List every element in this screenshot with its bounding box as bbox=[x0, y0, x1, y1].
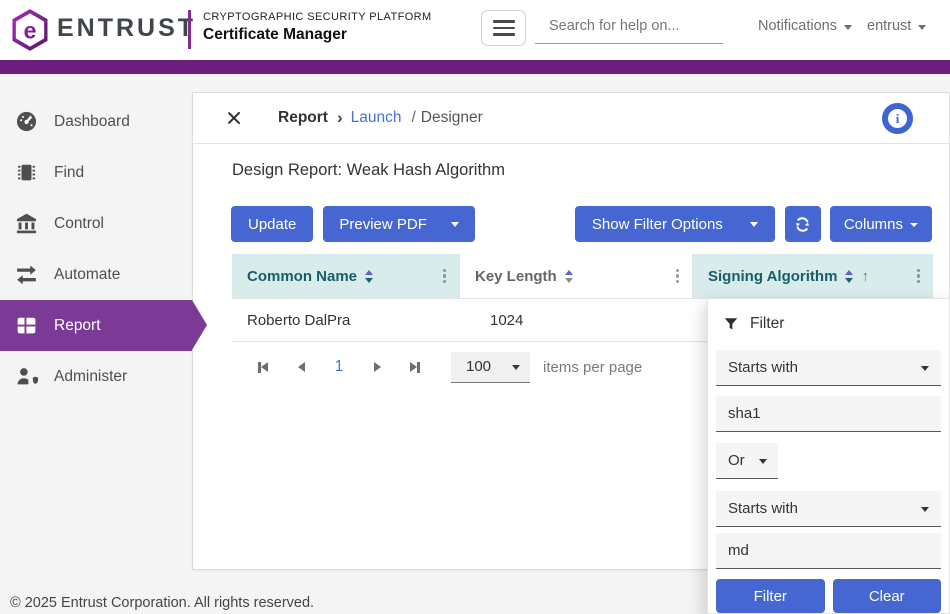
sidebar-nav: Dashboard Find Control Automate Report bbox=[0, 96, 192, 402]
brand-accent-bar bbox=[0, 60, 950, 74]
sidebar-item-dashboard[interactable]: Dashboard bbox=[0, 96, 192, 147]
copyright-notice: © 2025 Entrust Corporation. All rights r… bbox=[10, 595, 314, 611]
notifications-label: Notifications bbox=[758, 18, 837, 34]
items-per-page-label: items per page bbox=[543, 359, 642, 376]
column-header-key-length[interactable]: Key Length bbox=[460, 254, 693, 298]
filter-value-2-input[interactable] bbox=[728, 542, 929, 559]
sort-icon bbox=[565, 270, 573, 283]
help-search bbox=[535, 14, 723, 44]
gauge-icon bbox=[13, 109, 39, 135]
report-toolbar: Update Preview PDF Show Filter Options C… bbox=[231, 206, 932, 242]
user-shield-icon bbox=[13, 364, 39, 390]
grid-header-row: Common Name Key Length Signing Algorithm… bbox=[232, 254, 933, 298]
filter-clear-button[interactable]: Clear bbox=[833, 579, 942, 613]
cell-common-name: Roberto DalPra bbox=[232, 299, 460, 341]
filter-menu-title: Filter bbox=[723, 315, 941, 333]
breadcrumb-separator: › bbox=[337, 108, 343, 128]
column-menu-icon[interactable] bbox=[443, 269, 446, 284]
chevron-down-icon bbox=[451, 222, 459, 227]
filter-apply-button[interactable]: Filter bbox=[716, 579, 825, 613]
user-menu[interactable]: entrust bbox=[867, 18, 926, 34]
columns-button[interactable]: Columns bbox=[830, 206, 932, 242]
platform-name: CRYPTOGRAPHIC SECURITY PLATFORM bbox=[203, 11, 432, 23]
filter-logic-select[interactable]: Or bbox=[716, 443, 778, 479]
breadcrumb-link-launch[interactable]: Launch bbox=[351, 109, 402, 127]
product-title-block: CRYPTOGRAPHIC SECURITY PLATFORM Certific… bbox=[203, 11, 432, 44]
chevron-down-icon bbox=[750, 222, 758, 227]
filter-value-2-field bbox=[716, 533, 941, 569]
filter-value-1-field bbox=[716, 396, 941, 432]
sidebar-item-find[interactable]: Find bbox=[0, 147, 192, 198]
preview-pdf-button[interactable]: Preview PDF bbox=[323, 206, 475, 242]
chevron-down-icon bbox=[921, 366, 929, 371]
brand-wordmark: ENTRUST bbox=[57, 14, 196, 43]
sidebar-item-label: Control bbox=[54, 215, 104, 233]
chip-icon bbox=[13, 160, 39, 186]
top-header: e ENTRUST CRYPTOGRAPHIC SECURITY PLATFOR… bbox=[0, 0, 950, 60]
sort-icon bbox=[365, 270, 373, 283]
filter-operator-2-select[interactable]: Starts with bbox=[716, 491, 941, 527]
user-menu-label: entrust bbox=[867, 18, 911, 34]
filter-operator-1-select[interactable]: Starts with bbox=[716, 350, 941, 386]
brand-divider bbox=[188, 10, 191, 49]
chevron-down-icon bbox=[844, 25, 852, 30]
refresh-icon bbox=[793, 215, 812, 234]
breadcrumb-root: Report bbox=[278, 109, 328, 127]
product-name: Certificate Manager bbox=[203, 26, 432, 44]
column-header-common-name[interactable]: Common Name bbox=[232, 254, 460, 298]
info-icon[interactable]: i bbox=[882, 103, 913, 134]
sort-icon bbox=[845, 270, 853, 283]
cell-key-length: 1024 bbox=[460, 299, 693, 341]
funnel-icon bbox=[723, 316, 739, 332]
next-page-button[interactable] bbox=[358, 362, 396, 372]
sidebar-item-label: Dashboard bbox=[54, 113, 130, 131]
menu-toggle-button[interactable] bbox=[481, 10, 526, 46]
page-title: Design Report: Weak Hash Algorithm bbox=[232, 161, 949, 180]
previous-page-button[interactable] bbox=[282, 362, 320, 372]
close-icon[interactable] bbox=[225, 109, 243, 127]
filter-value-1-input[interactable] bbox=[728, 405, 929, 422]
page-size-select[interactable]: 100 bbox=[451, 352, 530, 383]
notifications-menu[interactable]: Notifications bbox=[758, 18, 852, 34]
bank-icon bbox=[13, 211, 39, 237]
app-window: e ENTRUST CRYPTOGRAPHIC SECURITY PLATFOR… bbox=[0, 0, 950, 614]
sidebar-item-administer[interactable]: Administer bbox=[0, 351, 192, 402]
svg-text:e: e bbox=[24, 17, 37, 43]
column-filter-menu: Filter Starts with Or Starts with Filter… bbox=[707, 298, 950, 614]
sort-ascending-icon: ↑ bbox=[861, 268, 869, 285]
refresh-button[interactable] bbox=[785, 206, 821, 242]
sidebar-item-automate[interactable]: Automate bbox=[0, 249, 192, 300]
sync-arrows-icon bbox=[13, 262, 39, 288]
breadcrumb-slash: / bbox=[411, 109, 415, 127]
sidebar-item-label: Administer bbox=[54, 368, 127, 386]
chevron-down-icon bbox=[759, 459, 767, 464]
column-menu-icon[interactable] bbox=[676, 269, 679, 284]
breadcrumb-current: Designer bbox=[421, 109, 483, 127]
hamburger-icon bbox=[493, 20, 515, 23]
update-button[interactable]: Update bbox=[231, 206, 313, 242]
report-table-icon bbox=[13, 313, 39, 339]
chevron-down-icon bbox=[910, 223, 918, 227]
column-menu-icon[interactable] bbox=[917, 269, 920, 284]
show-filter-options-button[interactable]: Show Filter Options bbox=[575, 206, 775, 242]
chevron-down-icon bbox=[512, 365, 520, 370]
breadcrumb: Report › Launch / Designer i bbox=[193, 93, 949, 144]
sidebar-item-report[interactable]: Report bbox=[0, 300, 192, 351]
help-search-input[interactable] bbox=[535, 14, 723, 44]
chevron-down-icon bbox=[918, 25, 926, 30]
sidebar-item-label: Report bbox=[54, 317, 101, 335]
sidebar-item-label: Automate bbox=[54, 266, 120, 284]
column-header-signing-algorithm[interactable]: Signing Algorithm ↑ bbox=[693, 254, 933, 298]
entrust-logo-icon: e bbox=[10, 7, 50, 53]
sidebar-item-label: Find bbox=[54, 164, 84, 182]
sidebar-item-control[interactable]: Control bbox=[0, 198, 192, 249]
chevron-down-icon bbox=[921, 507, 929, 512]
first-page-button[interactable] bbox=[244, 362, 282, 373]
last-page-button[interactable] bbox=[396, 362, 434, 373]
page-number[interactable]: 1 bbox=[320, 358, 358, 376]
